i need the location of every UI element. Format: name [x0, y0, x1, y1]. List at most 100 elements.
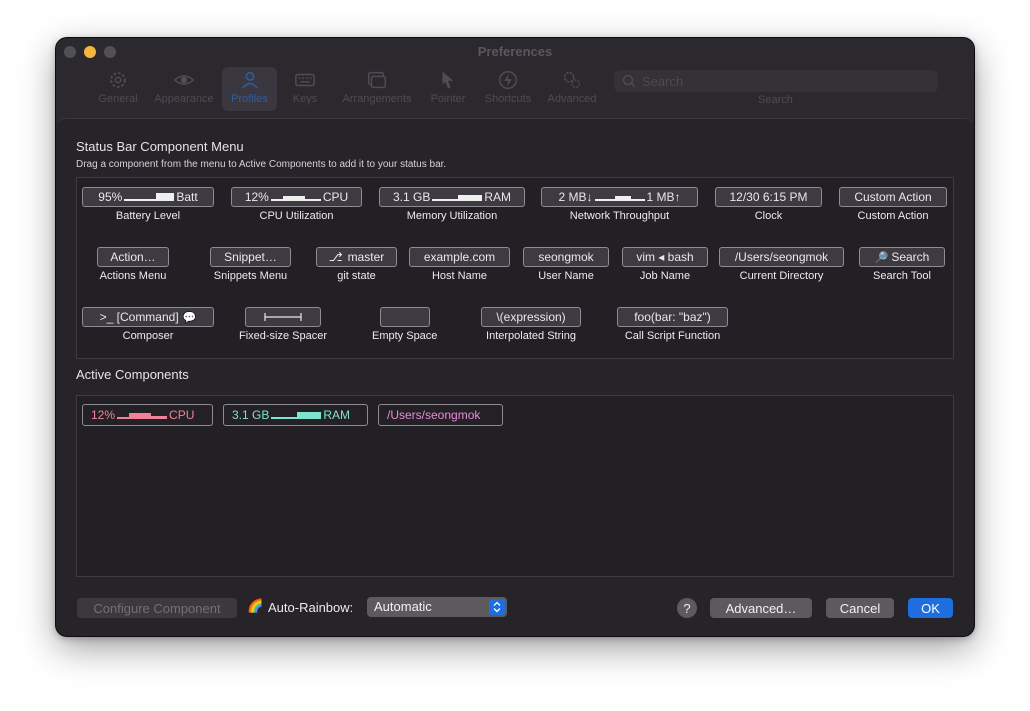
spacer-icon — [264, 313, 302, 321]
menu-instructions: Drag a component from the menu to Active… — [76, 159, 447, 170]
chevron-updown-icon — [489, 599, 505, 615]
custom-action-chip[interactable]: Custom Action — [839, 187, 947, 207]
sparkline — [270, 193, 321, 201]
search-tool-chip[interactable]: 🔎 Search — [859, 247, 945, 267]
toolbar-arrangements[interactable]: Arrangements — [338, 67, 416, 111]
component-battery-level[interactable]: 95% Batt Battery Level — [82, 187, 214, 222]
component-actions-menu[interactable]: Action… Actions Menu — [97, 247, 169, 282]
toolbar-general[interactable]: General — [94, 67, 142, 111]
job-chip[interactable]: vim ◂ bash — [622, 247, 708, 267]
component-label: Memory Utilization — [406, 210, 498, 222]
user-chip[interactable]: seongmok — [523, 247, 609, 267]
auto-rainbow-select[interactable]: Automatic — [367, 597, 507, 617]
branch-icon: ⎇ — [328, 250, 343, 264]
component-job-name[interactable]: vim ◂ bash Job Name — [622, 247, 708, 282]
ok-button[interactable]: OK — [908, 598, 953, 618]
component-label: Battery Level — [115, 210, 181, 222]
chip-unit: Batt — [176, 190, 198, 204]
component-cpu-utilization[interactable]: 12% CPU CPU Utilization — [231, 187, 362, 222]
component-network-throughput[interactable]: 2 MB↓ 1 MB↑ Network Throughput — [541, 187, 698, 222]
interpolated-chip[interactable]: \(expression) — [481, 307, 581, 327]
component-composer[interactable]: >_ [Command] 💬 Composer — [82, 307, 214, 342]
component-custom-action[interactable]: Custom Action Custom Action — [839, 187, 947, 222]
toolbar-arrangements-label: Arrangements — [342, 93, 412, 105]
sparkline — [117, 411, 168, 419]
component-memory-utilization[interactable]: 3.1 GB RAM Memory Utilization — [379, 187, 525, 222]
help-button[interactable]: ? — [677, 598, 697, 618]
active-cpu-chip[interactable]: 12% CPU — [82, 404, 213, 426]
chip-value: 95% — [98, 190, 123, 204]
directory-chip[interactable]: /Users/seongmok — [719, 247, 844, 267]
toolbar-keys[interactable]: Keys — [284, 67, 326, 111]
component-label: Current Directory — [739, 270, 824, 282]
cancel-button[interactable]: Cancel — [826, 598, 894, 618]
empty-space-chip[interactable] — [379, 307, 430, 327]
active-directory-chip[interactable]: /Users/seongmok — [378, 404, 503, 426]
component-label: Composer — [122, 330, 174, 342]
toolbar-appearance[interactable]: Appearance — [150, 67, 218, 111]
component-label: git state — [337, 270, 376, 282]
rainbow-icon: 🌈 — [247, 598, 264, 613]
toolbar-pointer[interactable]: Pointer — [426, 67, 470, 111]
component-clock[interactable]: 12/30 6:15 PM Clock — [715, 187, 822, 222]
git-chip[interactable]: ⎇ master — [316, 247, 397, 267]
toolbar-appearance-label: Appearance — [154, 93, 214, 105]
toolbar-general-label: General — [98, 93, 138, 105]
advanced-button[interactable]: Advanced… — [710, 598, 812, 618]
composer-chip[interactable]: >_ [Command] 💬 — [82, 307, 214, 327]
component-current-directory[interactable]: /Users/seongmok Current Directory — [719, 247, 844, 282]
component-snippets-menu[interactable]: Snippet… Snippets Menu — [210, 247, 291, 282]
windows-icon — [368, 71, 386, 89]
title-bar: Preferences General Appearance Profiles … — [56, 38, 974, 122]
host-chip[interactable]: example.com — [409, 247, 510, 267]
search-field[interactable]: Search — [614, 70, 938, 92]
component-fixed-size-spacer[interactable]: Fixed-size Spacer — [239, 307, 327, 342]
toolbar-profiles-label: Profiles — [231, 93, 268, 105]
component-label: Host Name — [431, 270, 488, 282]
toolbar-advanced[interactable]: Advanced — [544, 67, 600, 111]
component-git-state[interactable]: ⎇ master git state — [316, 247, 397, 282]
search-caption: Search — [758, 94, 793, 106]
network-chip[interactable]: 2 MB↓ 1 MB↑ — [541, 187, 698, 207]
keyboard-icon — [295, 73, 315, 87]
component-empty-space[interactable]: Empty Space — [372, 307, 437, 342]
component-label: Interpolated String — [486, 330, 576, 342]
component-label: Network Throughput — [569, 210, 670, 222]
configure-component-button[interactable]: Configure Component — [77, 598, 237, 618]
clock-chip[interactable]: 12/30 6:15 PM — [715, 187, 822, 207]
bolt-icon — [499, 71, 517, 89]
component-call-script-function[interactable]: foo(bar: "baz") Call Script Function — [617, 307, 728, 342]
toolbar-profiles[interactable]: Profiles — [222, 67, 277, 111]
cpu-chip[interactable]: 12% CPU — [231, 187, 362, 207]
chip-unit: 1 MB↑ — [646, 190, 681, 204]
battery-chip[interactable]: 95% Batt — [82, 187, 214, 207]
component-label: Fixed-size Spacer — [239, 330, 328, 342]
spacer-chip[interactable] — [245, 307, 322, 327]
toolbar-keys-label: Keys — [292, 93, 318, 105]
chip-value: 3.1 GB — [392, 190, 431, 204]
status-bar-config-sheet: Status Bar Component Menu Drag a compone… — [56, 118, 974, 636]
ram-chip[interactable]: 3.1 GB RAM — [379, 187, 525, 207]
chip-value: 12% — [91, 408, 116, 422]
snippets-chip[interactable]: Snippet… — [210, 247, 291, 267]
component-user-name[interactable]: seongmok User Name — [523, 247, 609, 282]
toolbar-shortcuts[interactable]: Shortcuts — [480, 67, 536, 111]
component-label: CPU Utilization — [259, 210, 334, 222]
sparkline — [432, 193, 483, 201]
component-label: Call Script Function — [624, 330, 721, 342]
active-ram-chip[interactable]: 3.1 GB RAM — [223, 404, 368, 426]
preferences-window: Preferences General Appearance Profiles … — [56, 38, 974, 636]
sparkline — [594, 193, 645, 201]
menu-heading: Status Bar Component Menu — [76, 139, 244, 154]
pointer-icon — [442, 71, 454, 89]
component-label: Custom Action — [857, 210, 929, 222]
component-host-name[interactable]: example.com Host Name — [409, 247, 510, 282]
script-function-chip[interactable]: foo(bar: "baz") — [617, 307, 728, 327]
chip-value: 3.1 GB — [232, 408, 270, 422]
actions-chip[interactable]: Action… — [97, 247, 169, 267]
speech-bubble-icon: 💬 — [182, 311, 197, 324]
component-interpolated-string[interactable]: \(expression) Interpolated String — [481, 307, 581, 342]
component-search-tool[interactable]: 🔎 Search Search Tool — [859, 247, 945, 282]
chip-unit: CPU — [169, 408, 195, 422]
component-label: Job Name — [639, 270, 691, 282]
